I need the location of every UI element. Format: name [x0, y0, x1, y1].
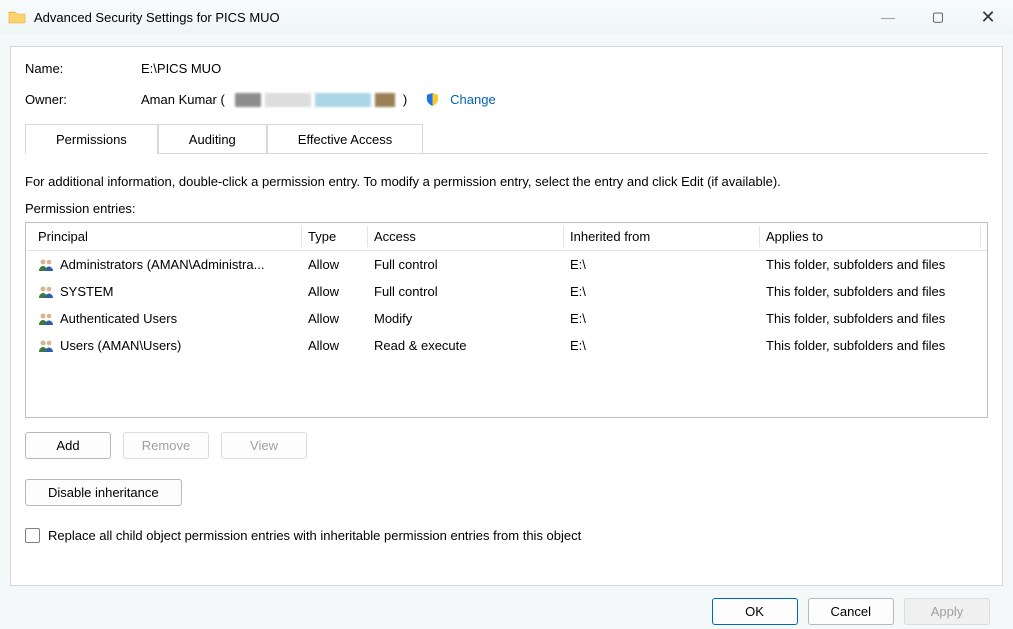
footer-buttons: OK Cancel Apply	[712, 598, 990, 625]
users-icon	[38, 258, 54, 272]
entries-label: Permission entries:	[25, 201, 988, 216]
name-label: Name:	[25, 61, 141, 76]
users-icon	[38, 285, 54, 299]
owner-suffix: )	[403, 92, 407, 107]
tab-effective-access[interactable]: Effective Access	[267, 124, 423, 154]
cancel-button[interactable]: Cancel	[808, 598, 894, 625]
cell-inherited: E:\	[564, 281, 760, 302]
cell-applies: This folder, subfolders and files	[760, 281, 981, 302]
remove-button: Remove	[123, 432, 209, 459]
table-row[interactable]: Administrators (AMAN\Administra...AllowF…	[26, 251, 987, 278]
cell-applies: This folder, subfolders and files	[760, 308, 981, 329]
main-panel: Name: E:\PICS MUO Owner: Aman Kumar ( ) …	[10, 46, 1003, 586]
cell-principal: SYSTEM	[32, 281, 302, 302]
entry-buttons: Add Remove View	[25, 432, 988, 459]
owner-label: Owner:	[25, 92, 141, 107]
shield-icon	[425, 92, 440, 107]
cell-type: Allow	[302, 254, 368, 275]
disable-inheritance-button[interactable]: Disable inheritance	[25, 479, 182, 506]
cell-principal: Authenticated Users	[32, 308, 302, 329]
folder-icon	[8, 9, 26, 25]
name-value: E:\PICS MUO	[141, 61, 221, 76]
owner-row: Owner: Aman Kumar ( ) Change	[25, 92, 988, 107]
cell-applies: This folder, subfolders and files	[760, 254, 981, 275]
users-icon	[38, 339, 54, 353]
cell-inherited: E:\	[564, 254, 760, 275]
table-row[interactable]: SYSTEMAllowFull controlE:\This folder, s…	[26, 278, 987, 305]
cell-access: Full control	[368, 281, 564, 302]
replace-checkbox-label: Replace all child object permission entr…	[48, 528, 581, 543]
replace-checkbox-row[interactable]: Replace all child object permission entr…	[25, 528, 988, 543]
table-row[interactable]: Authenticated UsersAllowModifyE:\This fo…	[26, 305, 987, 332]
window-controls	[863, 0, 1013, 34]
replace-checkbox[interactable]	[25, 528, 40, 543]
tabs: Permissions Auditing Effective Access	[25, 123, 988, 154]
cell-type: Allow	[302, 281, 368, 302]
tab-permissions[interactable]: Permissions	[25, 124, 158, 154]
col-inherited[interactable]: Inherited from	[564, 226, 760, 247]
cell-access: Read & execute	[368, 335, 564, 356]
close-button[interactable]	[963, 0, 1013, 34]
tab-auditing[interactable]: Auditing	[158, 124, 267, 154]
instructions-text: For additional information, double-click…	[25, 174, 988, 189]
cell-inherited: E:\	[564, 335, 760, 356]
cell-principal: Administrators (AMAN\Administra...	[32, 254, 302, 275]
cell-principal: Users (AMAN\Users)	[32, 335, 302, 356]
owner-prefix: Aman Kumar (	[141, 92, 225, 107]
owner-value: Aman Kumar ( ) Change	[141, 92, 496, 107]
table-row[interactable]: Users (AMAN\Users)AllowRead & executeE:\…	[26, 332, 987, 359]
add-button[interactable]: Add	[25, 432, 111, 459]
col-principal[interactable]: Principal	[32, 226, 302, 247]
apply-button: Apply	[904, 598, 990, 625]
col-type[interactable]: Type	[302, 226, 368, 247]
cell-type: Allow	[302, 308, 368, 329]
window-title: Advanced Security Settings for PICS MUO	[34, 10, 863, 25]
cell-applies: This folder, subfolders and files	[760, 335, 981, 356]
col-applies[interactable]: Applies to	[760, 226, 981, 247]
inheritance-row: Disable inheritance	[25, 479, 988, 506]
cell-access: Full control	[368, 254, 564, 275]
users-icon	[38, 312, 54, 326]
change-owner-link[interactable]: Change	[450, 92, 496, 107]
redacted-owner-account	[235, 93, 395, 107]
ok-button[interactable]: OK	[712, 598, 798, 625]
cell-access: Modify	[368, 308, 564, 329]
titlebar: Advanced Security Settings for PICS MUO	[0, 0, 1013, 34]
list-header: Principal Type Access Inherited from App…	[26, 223, 987, 251]
col-access[interactable]: Access	[368, 226, 564, 247]
view-button: View	[221, 432, 307, 459]
maximize-button[interactable]	[913, 0, 963, 34]
minimize-button[interactable]	[863, 0, 913, 34]
name-row: Name: E:\PICS MUO	[25, 61, 988, 76]
cell-type: Allow	[302, 335, 368, 356]
cell-inherited: E:\	[564, 308, 760, 329]
permission-list[interactable]: Principal Type Access Inherited from App…	[25, 222, 988, 418]
